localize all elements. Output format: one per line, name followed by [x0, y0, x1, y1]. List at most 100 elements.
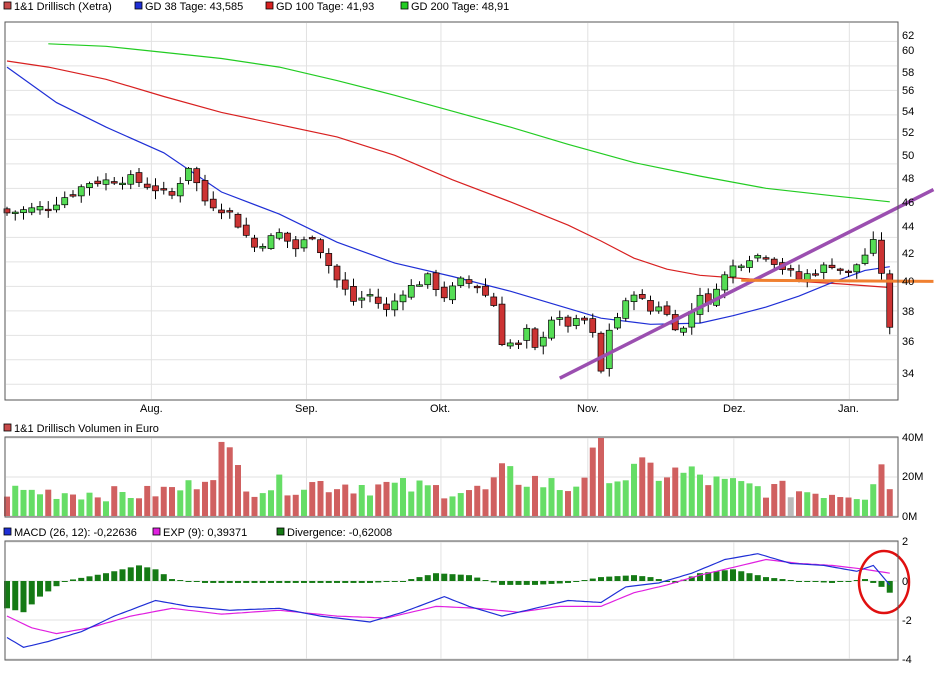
legend-label-divergence: Divergence: -0,62008: [287, 527, 392, 539]
volume-bar-29: [243, 491, 250, 516]
candle-body-24: [201, 180, 209, 202]
candle-body-11: [94, 180, 102, 185]
volume-bar-37: [309, 482, 316, 516]
volume-bar-67: [556, 490, 563, 516]
divergence-bar-6: [53, 581, 60, 587]
candle-body-98: [812, 273, 819, 276]
volume-bar-79: [655, 480, 662, 516]
candle-body-39: [325, 253, 333, 266]
divergence-bar-69: [573, 581, 580, 582]
x-tick-aug: Aug.: [140, 403, 163, 415]
x-tick-okt: Okt.: [430, 403, 450, 415]
gd200-path: [48, 43, 890, 203]
divergence-bar-25: [210, 581, 217, 583]
candle-body-96: [795, 271, 803, 280]
divergence-bar-88: [730, 569, 736, 581]
y-tick-34: 34: [902, 368, 914, 380]
candle-body-8: [69, 194, 77, 197]
candle-body-6: [53, 204, 60, 211]
candle-body-49: [407, 285, 415, 298]
divergence-bar-24: [202, 581, 208, 583]
y-tick-46: 46: [902, 197, 914, 209]
divergence-bar-78: [647, 577, 654, 581]
volume-bar-46: [383, 481, 390, 516]
volume-bar-100: [829, 494, 835, 516]
divergence-bar-36: [301, 581, 307, 583]
candle-body-102: [845, 270, 852, 274]
volume-bar-48: [400, 478, 406, 516]
volume-bar-96: [796, 491, 802, 516]
candle-body-73: [605, 329, 613, 369]
legend-swatch-price: [3, 1, 12, 10]
divergence-bar-72: [598, 577, 604, 581]
volume-bar-44: [367, 495, 373, 516]
candle-body-89: [737, 265, 745, 268]
volume-bar-60: [499, 463, 505, 516]
candle-body-9: [77, 186, 85, 197]
gd200-line: [48, 43, 890, 203]
x-tick-dez: Dez.: [723, 403, 746, 415]
volume-bar-9: [78, 499, 85, 516]
volume-bar-71: [589, 447, 596, 516]
volume-bar-41: [342, 484, 349, 516]
y-tick-42: 42: [902, 248, 914, 260]
volume-bar-27: [226, 447, 233, 516]
price-candles: [3, 166, 894, 377]
volume-bar-20: [169, 487, 175, 516]
divergence-bar-7: [61, 581, 68, 582]
candle-body-52: [432, 272, 440, 290]
volume-bar-68: [565, 491, 571, 516]
divergence-bar-53: [441, 573, 448, 581]
divergence-bar-89: [738, 571, 745, 581]
legend-label-gd38: GD 38 Tage: 43,585: [145, 1, 243, 13]
volume-bar-65: [540, 487, 547, 516]
candle-body-103: [853, 264, 861, 273]
divergence-bar-92: [763, 577, 769, 581]
divergence-bar-33: [276, 581, 283, 583]
candle-body-77: [638, 294, 646, 299]
candle-body-82: [680, 327, 687, 333]
divergence-bar-64: [532, 581, 538, 585]
volume-bar-98: [812, 493, 819, 516]
volume-bar-56: [466, 490, 472, 516]
candle-body-75: [622, 300, 630, 319]
candle-body-58: [482, 285, 489, 296]
volume-bar-86: [713, 476, 720, 516]
divergence-bar-98: [812, 581, 819, 582]
volume-y-tick-40m: 40M: [902, 432, 923, 444]
volume-bar-4: [37, 494, 43, 516]
candle-body-27: [226, 210, 234, 213]
legend-item-gd200: GD 200 Tage: 48,91: [400, 1, 509, 13]
volume-bar-32: [268, 490, 274, 516]
candle-body-72: [597, 332, 605, 372]
y-tick-48: 48: [902, 173, 914, 185]
divergence-bar-93: [771, 578, 778, 581]
candle-body-48: [399, 294, 407, 303]
divergence-bar-104: [862, 579, 868, 581]
volume-bar-53: [441, 498, 448, 516]
price-y-axis: 62 60 58 56 54 52 50 48 46 44 42 40 38 3…: [902, 30, 914, 380]
stock-chart: 1&1 Drillisch (Xetra) GD 38 Tage: 43,585…: [3, 1, 935, 666]
divergence-bar-75: [622, 575, 629, 581]
divergence-bar-1: [12, 581, 19, 611]
volume-bar-64: [532, 475, 538, 516]
candle-body-69: [572, 318, 580, 326]
macd-y-tick-minus4: -4: [902, 654, 912, 666]
candle-body-19: [160, 188, 168, 191]
volume-bar-58: [482, 489, 489, 516]
trendlines: [558, 188, 935, 380]
divergence-bar-91: [754, 575, 761, 581]
macd-y-tick-0: 0: [902, 576, 908, 588]
volume-bar-11: [94, 497, 101, 516]
price-panel: 62 60 58 56 54 52 50 48 46 44 42 40 38 3…: [3, 21, 935, 415]
candle-body-67: [556, 317, 564, 320]
divergence-bar-48: [400, 581, 406, 582]
divergence-bar-101: [837, 581, 844, 582]
volume-bar-85: [705, 485, 712, 516]
volume-bar-3: [28, 489, 35, 516]
y-tick-36: 36: [902, 336, 914, 348]
divergence-bar-34: [284, 581, 291, 583]
divergence-bar-49: [408, 579, 415, 581]
legend-swatch-exp: [152, 527, 161, 536]
volume-bar-19: [160, 486, 167, 516]
